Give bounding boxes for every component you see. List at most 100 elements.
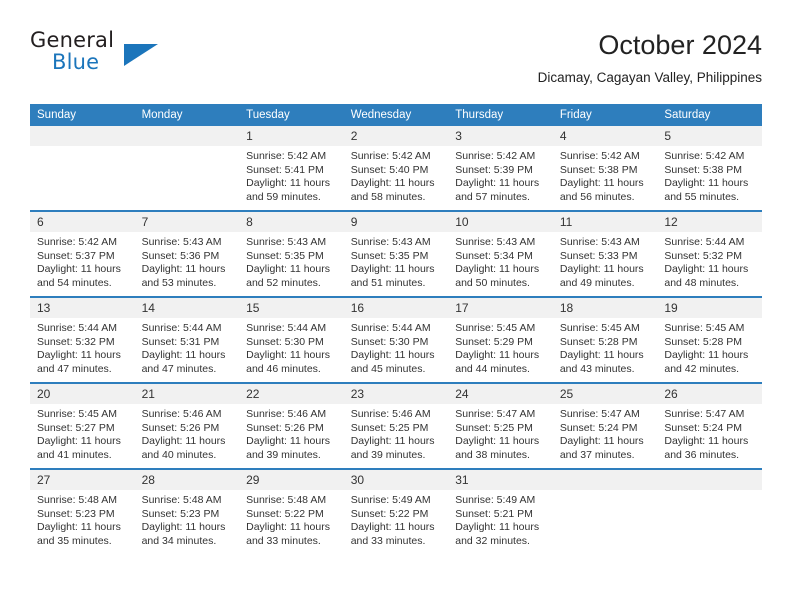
sunrise-text: Sunrise: 5:45 AM	[455, 322, 536, 334]
day-number: 13	[30, 298, 135, 318]
calendar-table: Sunday Monday Tuesday Wednesday Thursday Frid…	[30, 104, 762, 554]
day-details: Sunrise: 5:42 AM Sunset: 5:40 PM Daylight:…	[344, 146, 449, 204]
brand-logo[interactable]: General Blue	[30, 28, 170, 84]
daylight-text: Daylight: 11 hours and 33 minutes.	[350, 521, 435, 547]
day-details: Sunrise: 5:42 AM Sunset: 5:38 PM Daylight:…	[657, 146, 762, 204]
sunset-text: Sunset: 5:24 PM	[664, 421, 743, 434]
calendar-day-cell[interactable]: 23 Sunrise: 5:46 AM Sunset: 5:25 PM Dayligh…	[343, 382, 449, 469]
day-number: 29	[239, 470, 344, 490]
day-number: 31	[448, 470, 553, 490]
day-details: Sunrise: 5:44 AM Sunset: 5:32 PM Daylight:…	[30, 318, 135, 376]
calendar-day-cell[interactable]: 17 Sunrise: 5:45 AM Sunset: 5:29 PM Dayligh…	[448, 296, 553, 383]
day-number: 25	[552, 384, 658, 404]
daylight-text: Daylight: 11 hours and 50 minutes.	[455, 263, 540, 289]
day-number: 16	[343, 298, 449, 318]
calendar-day-cell[interactable]: 13 Sunrise: 5:44 AM Sunset: 5:32 PM Dayligh…	[30, 296, 135, 383]
calendar-day-cell[interactable]: 25 Sunrise: 5:47 AM Sunset: 5:24 PM Dayligh…	[552, 382, 658, 469]
day-details: Sunrise: 5:45 AM Sunset: 5:28 PM Daylight:…	[657, 318, 762, 376]
day-details: Sunrise: 5:43 AM Sunset: 5:36 PM Daylight:…	[135, 232, 240, 290]
daylight-text: Daylight: 11 hours and 58 minutes.	[350, 177, 435, 203]
sunset-text: Sunset: 5:38 PM	[559, 163, 638, 176]
sunrise-text: Sunrise: 5:44 AM	[37, 322, 117, 334]
sunrise-text: Sunrise: 5:45 AM	[37, 408, 117, 420]
calendar-day-cell[interactable]: 26 Sunrise: 5:47 AM Sunset: 5:24 PM Dayligh…	[657, 382, 762, 469]
day-details: Sunrise: 5:44 AM Sunset: 5:31 PM Daylight:…	[135, 318, 240, 376]
calendar-day-cell-empty	[552, 468, 658, 554]
calendar-day-cell[interactable]: 1 Sunrise: 5:42 AM Sunset: 5:41 PM Daylight…	[239, 126, 344, 211]
calendar-week-row: 1 Sunrise: 5:42 AM Sunset: 5:41 PM Daylight…	[30, 126, 762, 211]
calendar-day-cell[interactable]: 9 Sunrise: 5:43 AM Sunset: 5:35 PM Daylight…	[343, 210, 449, 297]
sunset-text: Sunset: 5:21 PM	[455, 507, 533, 520]
page-title: October 2024	[598, 30, 762, 60]
daylight-text: Daylight: 11 hours and 46 minutes.	[246, 349, 330, 375]
day-number: 22	[239, 384, 344, 404]
calendar-day-cell[interactable]: 31 Sunrise: 5:49 AM Sunset: 5:21 PM Dayligh…	[448, 468, 553, 554]
daylight-text: Daylight: 11 hours and 49 minutes.	[559, 263, 644, 289]
sunset-text: Sunset: 5:23 PM	[141, 507, 220, 520]
daylight-text: Daylight: 11 hours and 51 minutes.	[350, 263, 435, 289]
calendar-day-cell[interactable]: 18 Sunrise: 5:45 AM Sunset: 5:28 PM Dayligh…	[552, 296, 658, 383]
daylight-text: Daylight: 11 hours and 33 minutes.	[246, 521, 330, 547]
calendar-day-cell[interactable]: 19 Sunrise: 5:45 AM Sunset: 5:28 PM Dayligh…	[657, 296, 762, 383]
calendar-day-cell[interactable]: 15 Sunrise: 5:44 AM Sunset: 5:30 PM Dayligh…	[239, 296, 344, 383]
sunset-text: Sunset: 5:38 PM	[664, 163, 743, 176]
sunset-text: Sunset: 5:30 PM	[350, 335, 429, 348]
day-details: Sunrise: 5:47 AM Sunset: 5:25 PM Daylight:…	[448, 404, 553, 462]
brand-name-general: General	[30, 28, 115, 52]
day-number: 30	[343, 470, 449, 490]
day-number: 28	[134, 470, 240, 490]
sunrise-text: Sunrise: 5:42 AM	[455, 150, 536, 162]
day-number: 17	[448, 298, 553, 318]
daylight-text: Daylight: 11 hours and 32 minutes.	[455, 521, 540, 547]
sunrise-text: Sunrise: 5:46 AM	[350, 408, 431, 420]
calendar-day-cell[interactable]: 21 Sunrise: 5:46 AM Sunset: 5:26 PM Dayligh…	[134, 382, 240, 469]
calendar-day-cell[interactable]: 6 Sunrise: 5:42 AM Sunset: 5:37 PM Daylight…	[30, 210, 135, 297]
sunrise-text: Sunrise: 5:44 AM	[246, 322, 327, 334]
calendar-day-cell[interactable]: 2 Sunrise: 5:42 AM Sunset: 5:40 PM Daylight…	[343, 126, 449, 211]
calendar-day-cell[interactable]: 20 Sunrise: 5:45 AM Sunset: 5:27 PM Dayligh…	[30, 382, 135, 469]
day-number: 12	[657, 212, 762, 232]
calendar-day-cell[interactable]: 8 Sunrise: 5:43 AM Sunset: 5:35 PM Daylight…	[239, 210, 344, 297]
day-details: Sunrise: 5:46 AM Sunset: 5:26 PM Daylight:…	[239, 404, 344, 462]
day-number: 15	[239, 298, 344, 318]
daylight-text: Daylight: 11 hours and 41 minutes.	[37, 435, 121, 461]
day-number: 20	[30, 384, 135, 404]
calendar-day-cell[interactable]: 28 Sunrise: 5:48 AM Sunset: 5:23 PM Dayligh…	[134, 468, 240, 554]
sunset-text: Sunset: 5:41 PM	[246, 163, 324, 176]
calendar-day-cell[interactable]: 3 Sunrise: 5:42 AM Sunset: 5:39 PM Daylight…	[448, 126, 553, 211]
sunset-text: Sunset: 5:40 PM	[350, 163, 429, 176]
day-number: 3	[448, 126, 553, 146]
day-number: 5	[657, 126, 762, 146]
sunrise-text: Sunrise: 5:42 AM	[559, 150, 640, 162]
day-details: Sunrise: 5:49 AM Sunset: 5:21 PM Daylight:…	[448, 490, 553, 548]
calendar-day-cell[interactable]: 29 Sunrise: 5:48 AM Sunset: 5:22 PM Dayligh…	[239, 468, 344, 554]
sunset-text: Sunset: 5:32 PM	[664, 249, 743, 262]
calendar-day-cell[interactable]: 27 Sunrise: 5:48 AM Sunset: 5:23 PM Dayligh…	[30, 468, 135, 554]
sunset-text: Sunset: 5:32 PM	[37, 335, 115, 348]
calendar-day-cell[interactable]: 14 Sunrise: 5:44 AM Sunset: 5:31 PM Dayligh…	[134, 296, 240, 383]
daylight-text: Daylight: 11 hours and 36 minutes.	[664, 435, 749, 461]
calendar-day-cell[interactable]: 11 Sunrise: 5:43 AM Sunset: 5:33 PM Dayligh…	[552, 210, 658, 297]
calendar-day-cell[interactable]: 30 Sunrise: 5:49 AM Sunset: 5:22 PM Dayligh…	[343, 468, 449, 554]
sunrise-text: Sunrise: 5:45 AM	[559, 322, 640, 334]
calendar-day-cell[interactable]: 22 Sunrise: 5:46 AM Sunset: 5:26 PM Dayligh…	[239, 382, 344, 469]
sunrise-text: Sunrise: 5:48 AM	[37, 494, 117, 506]
calendar-day-cell[interactable]: 4 Sunrise: 5:42 AM Sunset: 5:38 PM Daylight…	[552, 126, 658, 211]
calendar-header-row: Sunday Monday Tuesday Wednesday Thursday Frid…	[30, 104, 762, 126]
day-number: 10	[448, 212, 553, 232]
daylight-text: Daylight: 11 hours and 57 minutes.	[455, 177, 540, 203]
day-number: 19	[657, 298, 762, 318]
calendar-day-cell[interactable]: 12 Sunrise: 5:44 AM Sunset: 5:32 PM Dayligh…	[657, 210, 762, 297]
calendar-week-row: 20 Sunrise: 5:45 AM Sunset: 5:27 PM Dayligh…	[30, 382, 762, 469]
sunset-text: Sunset: 5:26 PM	[246, 421, 324, 434]
sunrise-text: Sunrise: 5:43 AM	[350, 236, 431, 248]
calendar-day-cell[interactable]: 16 Sunrise: 5:44 AM Sunset: 5:30 PM Dayligh…	[343, 296, 449, 383]
calendar-day-cell[interactable]: 7 Sunrise: 5:43 AM Sunset: 5:36 PM Daylight…	[134, 210, 240, 297]
calendar-day-cell[interactable]: 10 Sunrise: 5:43 AM Sunset: 5:34 PM Dayligh…	[448, 210, 553, 297]
calendar-day-cell[interactable]: 5 Sunrise: 5:42 AM Sunset: 5:38 PM Daylight…	[657, 126, 762, 211]
sunrise-text: Sunrise: 5:42 AM	[350, 150, 431, 162]
calendar-day-cell[interactable]: 24 Sunrise: 5:47 AM Sunset: 5:25 PM Dayligh…	[448, 382, 553, 469]
daylight-text: Daylight: 11 hours and 54 minutes.	[37, 263, 121, 289]
day-details: Sunrise: 5:48 AM Sunset: 5:22 PM Daylight:…	[239, 490, 344, 548]
day-number: 4	[552, 126, 658, 146]
